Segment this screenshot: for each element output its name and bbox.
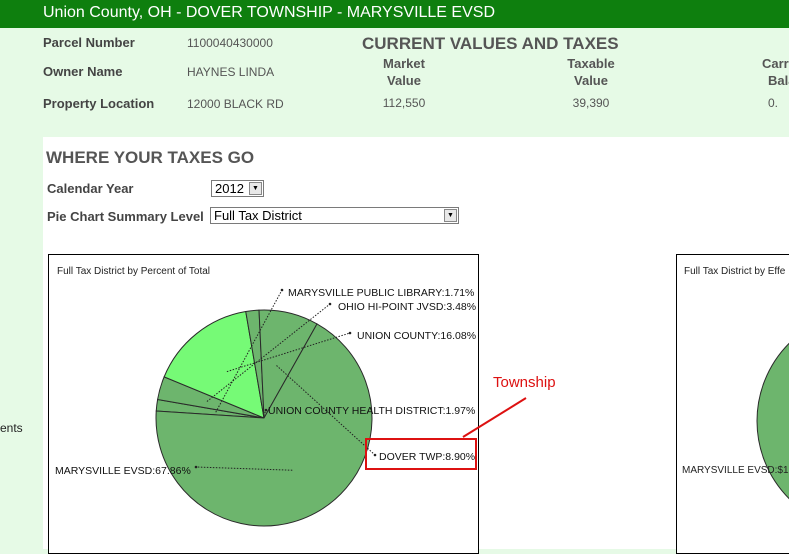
township-annotation-arrow	[365, 397, 527, 470]
annotation-highlight-box	[365, 438, 477, 470]
annotation-arrow-line	[462, 397, 527, 438]
